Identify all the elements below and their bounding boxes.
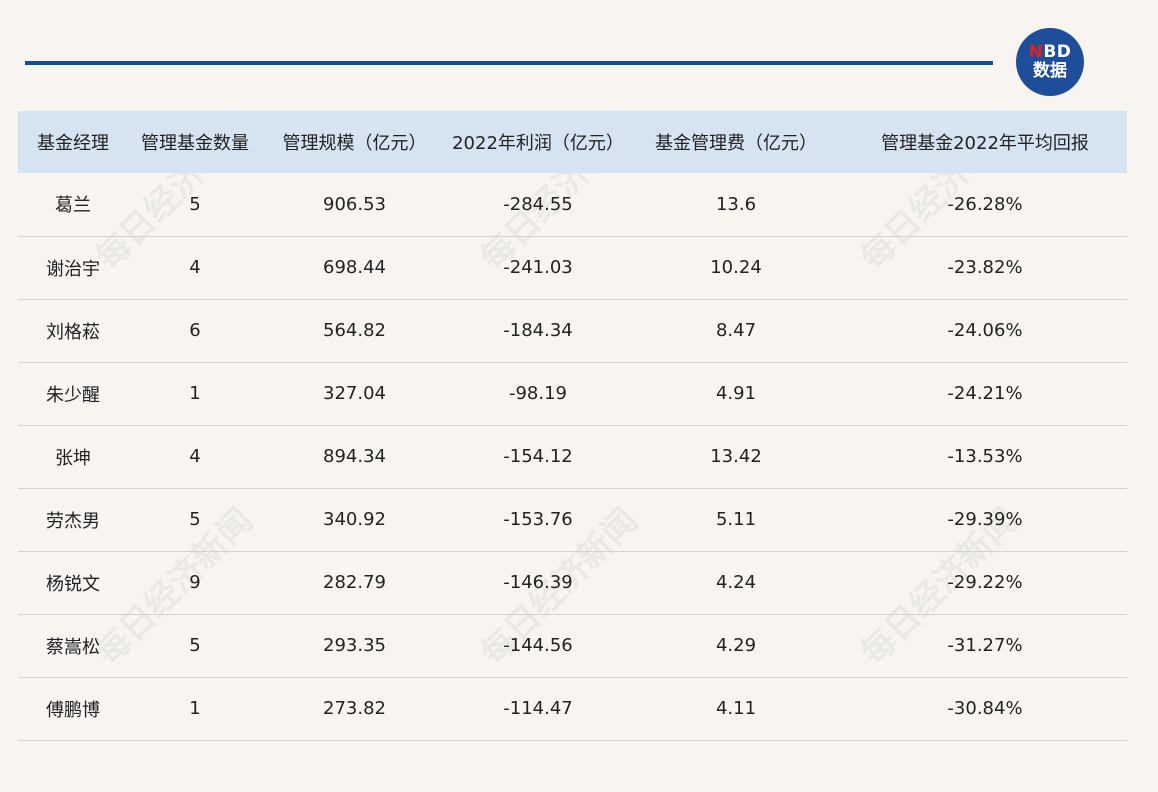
cell-manager: 谢治宇 xyxy=(46,258,100,280)
cell-aum: 894.34 xyxy=(323,446,386,467)
table-row: 朱少醒 1 327.04 -98.19 4.91 -24.21% xyxy=(18,362,1127,425)
cell-return: -13.53% xyxy=(947,446,1023,467)
cell-fund-count: 1 xyxy=(189,698,201,719)
cell-fund-count: 6 xyxy=(189,320,201,341)
cell-manager: 刘格菘 xyxy=(46,321,100,343)
header-fund-count: 管理基金数量 xyxy=(141,133,249,154)
cell-fund-count: 9 xyxy=(189,572,201,593)
cell-return: -31.27% xyxy=(947,635,1023,656)
cell-manager: 傅鹏博 xyxy=(46,699,100,721)
logo-tag: 数据 xyxy=(1033,61,1067,81)
nbd-logo: NBD 数据 xyxy=(1016,28,1084,96)
cell-return: -24.06% xyxy=(947,320,1023,341)
header-profit-2022: 2022年利润（亿元） xyxy=(452,133,624,154)
header-manager: 基金经理 xyxy=(37,133,109,154)
table-row: 张坤 4 894.34 -154.12 13.42 -13.53% xyxy=(18,425,1127,488)
cell-fund-count: 5 xyxy=(189,509,201,530)
cell-fee: 4.11 xyxy=(715,698,757,719)
cell-aum: 564.82 xyxy=(323,320,386,341)
cell-aum: 698.44 xyxy=(323,257,386,278)
cell-aum: 293.35 xyxy=(323,635,386,656)
cell-manager: 朱少醒 xyxy=(46,384,100,406)
cell-fee: 8.47 xyxy=(715,320,757,341)
cell-profit: -146.39 xyxy=(503,572,573,593)
cell-manager: 劳杰男 xyxy=(46,510,100,532)
fund-manager-table: 基金经理 管理基金数量 管理规模（亿元） 2022年利润（亿元） 基金管理费（亿… xyxy=(18,111,1127,741)
cell-fee: 5.11 xyxy=(715,509,757,530)
top-divider-line xyxy=(25,61,993,65)
table-row: 傅鹏博 1 273.82 -114.47 4.11 -30.84% xyxy=(18,677,1127,740)
cell-fee: 13.42 xyxy=(710,446,762,467)
cell-profit: -98.19 xyxy=(508,383,568,404)
cell-aum: 327.04 xyxy=(323,383,386,404)
cell-return: -29.39% xyxy=(947,509,1023,530)
header-avg-return: 管理基金2022年平均回报 xyxy=(881,133,1089,154)
cell-return: -23.82% xyxy=(947,257,1023,278)
cell-fund-count: 5 xyxy=(189,635,201,656)
cell-fee: 13.6 xyxy=(715,193,757,215)
cell-return: -26.28% xyxy=(947,193,1023,215)
logo-brand: NBD xyxy=(1028,42,1072,62)
cell-manager: 张坤 xyxy=(55,447,91,469)
cell-fee: 4.24 xyxy=(715,572,757,593)
cell-return: -30.84% xyxy=(947,698,1023,719)
cell-manager: 葛兰 xyxy=(55,195,91,217)
table-row: 劳杰男 5 340.92 -153.76 5.11 -29.39% xyxy=(18,488,1127,551)
header-mgmt-fee: 基金管理费（亿元） xyxy=(655,133,817,154)
cell-fund-count: 4 xyxy=(189,257,201,278)
cell-manager: 杨锐文 xyxy=(46,573,100,595)
table-row: 刘格菘 6 564.82 -184.34 8.47 -24.06% xyxy=(18,299,1127,362)
cell-profit: -144.56 xyxy=(503,635,573,656)
cell-fund-count: 4 xyxy=(189,446,201,467)
cell-fee: 4.91 xyxy=(715,383,757,404)
cell-profit: -114.47 xyxy=(503,698,573,719)
cell-return: -29.22% xyxy=(947,572,1023,593)
cell-profit: -184.34 xyxy=(503,320,573,341)
header-aum: 管理规模（亿元） xyxy=(282,133,427,154)
cell-return: -24.21% xyxy=(947,383,1023,404)
cell-aum: 273.82 xyxy=(323,698,386,719)
cell-profit: -241.03 xyxy=(503,257,573,278)
cell-profit: -284.55 xyxy=(503,193,573,215)
table-header-row: 基金经理 管理基金数量 管理规模（亿元） 2022年利润（亿元） 基金管理费（亿… xyxy=(18,111,1127,173)
table-row: 谢治宇 4 698.44 -241.03 10.24 -23.82% xyxy=(18,236,1127,299)
table-row: 杨锐文 9 282.79 -146.39 4.24 -29.22% xyxy=(18,551,1127,614)
cell-profit: -154.12 xyxy=(503,446,573,467)
cell-profit: -153.76 xyxy=(503,509,573,530)
cell-manager: 蔡嵩松 xyxy=(46,636,100,658)
table-row: 蔡嵩松 5 293.35 -144.56 4.29 -31.27% xyxy=(18,614,1127,677)
cell-fund-count: 1 xyxy=(189,383,201,404)
table-row: 葛兰 5 906.53 -284.55 13.6 -26.28% xyxy=(18,173,1127,236)
cell-aum: 340.92 xyxy=(323,509,386,530)
cell-aum: 282.79 xyxy=(323,572,386,593)
cell-aum: 906.53 xyxy=(323,193,386,215)
cell-fund-count: 5 xyxy=(189,193,201,215)
cell-fee: 4.29 xyxy=(715,635,757,656)
cell-fee: 10.24 xyxy=(710,257,762,278)
